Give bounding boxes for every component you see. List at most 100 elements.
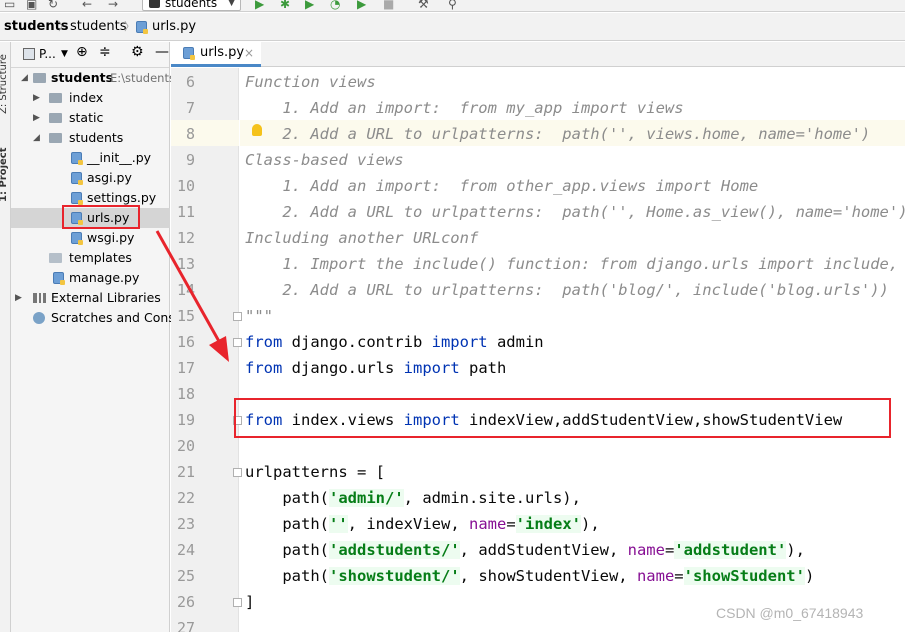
tree-item-scratches[interactable]: Scratches and Consoles [11,308,200,328]
collapsed-arrow-icon[interactable]: ▶ [33,88,40,108]
lightbulb-icon[interactable] [252,124,262,136]
tree-item-project-root[interactable]: ◢ students E:\students [11,68,175,88]
tree-item-label: students [51,70,114,85]
tree-item-label: wsgi.py [87,230,135,245]
close-icon[interactable]: × [244,42,254,64]
hide-panel-icon[interactable]: — [155,44,169,60]
code-line: path('', indexView, name='index'), [245,511,600,537]
project-path: E:\students [110,71,175,85]
line-number: 11 [176,203,195,221]
line-number: 18 [176,385,195,403]
code-text: ), [786,541,805,559]
tree-item-index[interactable]: ▶ index [11,88,170,108]
stop-icon[interactable]: ■ [383,0,394,11]
tab-label: urls.py [200,45,245,60]
annotation-box-urls [62,205,140,229]
tree-item-wsgi[interactable]: wsgi.py [11,228,170,248]
concurrency-icon[interactable]: ▶ [357,0,366,11]
collapsed-arrow-icon[interactable]: ▶ [33,108,40,128]
breadcrumb: students 〉 students 〉 urls.py [0,13,905,41]
collapsed-arrow-icon[interactable]: ▶ [15,288,22,308]
line-number: 26 [176,593,195,611]
debug-icon[interactable]: ✱ [280,0,290,11]
line-number: 23 [176,515,195,533]
line-number: 8 [185,125,195,143]
python-file-icon [71,232,83,245]
wrench-icon[interactable]: ⚒ [418,0,429,11]
fold-marker-icon[interactable] [233,338,242,347]
code-line: path('showstudent/', showStudentView, na… [245,563,814,589]
python-run-icon [149,0,160,8]
tree-item-students[interactable]: ◢ students [11,128,170,148]
line-number: 15 [176,307,195,325]
line-number: 27 [176,619,195,632]
tree-item-label: asgi.py [87,170,132,185]
folder-icon [33,73,46,83]
line-number: 22 [176,489,195,507]
tree-item-external-libraries[interactable]: ▶ External Libraries [11,288,170,308]
code-line: ] [245,593,255,611]
watermark: CSDN @m0_67418943 [716,605,864,621]
code-text: path( [245,489,329,507]
project-view-select[interactable]: P... [39,47,56,61]
sync-icon[interactable]: ↻ [48,0,58,11]
profile-icon[interactable]: ◔ [330,0,340,11]
code-text: , addStudentView, [459,541,628,559]
chevron-down-icon[interactable]: ▼ [61,49,68,59]
python-file-icon [183,47,195,60]
tree-item-label: index [69,90,104,105]
line-number: 19 [176,411,195,429]
tree-item-init[interactable]: __init__.py [11,148,170,168]
expanded-arrow-icon[interactable]: ◢ [33,128,40,148]
code-line: 2. Add a URL to urlpatterns: path('', Ho… [245,203,905,221]
code-text: path( [245,515,329,533]
project-tool-tab[interactable]: 1: Project [0,148,9,203]
code-line: path('addstudents/', addStudentView, nam… [245,537,805,563]
run-icon[interactable]: ▶ [255,0,264,11]
collapse-all-icon[interactable]: ≑ [99,44,111,60]
code-text: , indexView, [347,515,469,533]
search-icon[interactable]: ⚲ [448,0,457,11]
code-line: from django.urls import path [245,355,506,381]
breadcrumb-file[interactable]: urls.py [152,13,196,41]
line-number: 17 [176,359,195,377]
tree-item-label: __init__.py [87,150,152,165]
forward-icon[interactable]: → [108,0,118,11]
fold-marker-icon[interactable] [233,312,242,321]
fold-marker-icon[interactable] [233,598,242,607]
folder-icon [49,93,62,103]
chevron-down-icon: ▼ [228,0,235,8]
save-icon[interactable]: ▣ [26,0,37,11]
keyword: from [245,333,283,351]
code-text: ), [581,515,600,533]
tree-item-manage[interactable]: manage.py [11,268,170,288]
keyword-argument: name [627,541,665,559]
tree-item-templates[interactable]: templates [11,248,170,268]
fold-marker-icon[interactable] [233,468,242,477]
coverage-icon[interactable]: ▶ [305,0,314,11]
code-line: Function views [245,73,376,91]
tree-item-static[interactable]: ▶ static [11,108,170,128]
structure-tool-tab[interactable]: Z: Structure [0,54,9,114]
breadcrumb-separator: 〉 [58,20,69,33]
breadcrumb-folder[interactable]: students [70,13,126,41]
locate-file-icon[interactable]: ⊕ [76,44,88,60]
tree-item-asgi[interactable]: asgi.py [11,168,170,188]
python-file-icon [136,21,148,34]
string-literal: 'addstudent' [674,541,787,559]
python-file-icon [53,272,65,285]
editor-tab-bar: urls.py × [171,42,905,67]
expanded-arrow-icon[interactable]: ◢ [21,68,28,88]
code-line: 2. Add a URL to urlpatterns: path('blog/… [245,281,889,299]
main-toolbar: ▭ ▣ ↻ ← → students ▼ ▶ ✱ ▶ ◔ ▶ ■ ⚒ ⚲ [0,0,905,12]
open-folder-icon[interactable]: ▭ [4,0,15,11]
code-line: Class-based views [245,151,404,169]
code-line: 2. Add a URL to urlpatterns: path('', vi… [245,125,871,143]
run-configuration-select[interactable]: students ▼ [142,0,241,11]
gear-icon[interactable]: ⚙ [131,44,144,60]
code-line: path('admin/', admin.site.urls), [245,485,581,511]
tab-urls-py[interactable]: urls.py × [171,42,261,67]
imported-name: path [459,359,507,377]
keyword: import [431,333,488,351]
back-icon[interactable]: ← [82,0,92,11]
